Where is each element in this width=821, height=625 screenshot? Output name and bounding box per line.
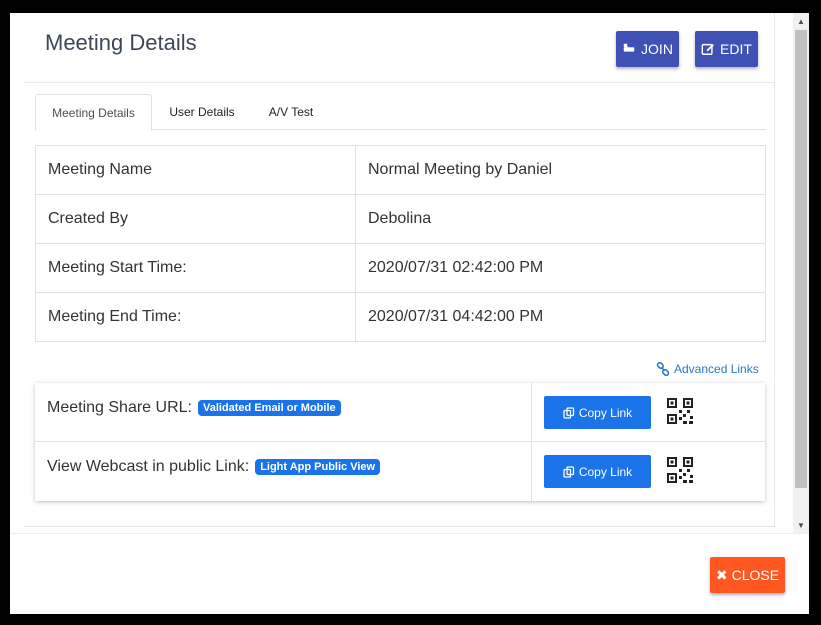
dialog-scroll-area: Meeting Details JOIN EDIT Meeting Detail… bbox=[10, 13, 809, 533]
close-icon: ✖ bbox=[715, 566, 728, 583]
share-links-panel: Meeting Share URL: Validated Email or Mo… bbox=[35, 383, 765, 501]
scroll-down-arrow-icon[interactable]: ▼ bbox=[793, 517, 809, 533]
table-row: Meeting Start Time: 2020/07/31 02:42:00 … bbox=[35, 243, 766, 293]
close-button[interactable]: ✖ CLOSE bbox=[710, 557, 785, 593]
edit-icon bbox=[701, 43, 714, 55]
footer-divider bbox=[10, 533, 809, 534]
table-row: Created By Debolina bbox=[35, 194, 766, 244]
detail-value: 2020/07/31 04:42:00 PM bbox=[355, 292, 766, 342]
copy-link-button[interactable]: Copy Link bbox=[544, 455, 651, 488]
header-divider bbox=[24, 82, 775, 83]
share-row: Meeting Share URL: Validated Email or Mo… bbox=[35, 383, 765, 442]
scroll-up-arrow-icon[interactable]: ▲ bbox=[793, 13, 809, 29]
meeting-details-dialog: Meeting Details JOIN EDIT Meeting Detail… bbox=[10, 13, 809, 614]
advanced-links-label: Advanced Links bbox=[674, 362, 759, 376]
detail-label: Created By bbox=[35, 194, 356, 244]
qr-code-icon[interactable] bbox=[666, 456, 694, 484]
copy-link-label: Copy Link bbox=[578, 464, 633, 479]
tab-user-details[interactable]: User Details bbox=[157, 94, 247, 130]
share-divider bbox=[531, 383, 532, 442]
share-badge: Light App Public View bbox=[255, 459, 381, 475]
detail-value: Debolina bbox=[355, 194, 766, 244]
detail-label: Meeting Name bbox=[35, 145, 356, 195]
tab-bar: Meeting Details User Details A/V Test bbox=[35, 94, 766, 131]
link-icon bbox=[656, 362, 670, 376]
qr-code-icon[interactable] bbox=[666, 397, 694, 425]
share-label: Meeting Share URL: Validated Email or Mo… bbox=[47, 399, 341, 417]
edit-button[interactable]: EDIT bbox=[695, 31, 758, 67]
share-label: View Webcast in public Link: Light App P… bbox=[47, 458, 381, 476]
close-label: CLOSE bbox=[731, 567, 780, 583]
meeting-details-table: Meeting Name Normal Meeting by Daniel Cr… bbox=[35, 145, 766, 342]
copy-link-button[interactable]: Copy Link bbox=[544, 396, 651, 429]
share-badge: Validated Email or Mobile bbox=[197, 400, 341, 416]
share-label-text: View Webcast in public Link: bbox=[47, 458, 250, 475]
vertical-scrollbar[interactable]: ▲ ▼ bbox=[793, 13, 809, 533]
join-label: JOIN bbox=[641, 41, 673, 57]
copy-link-label: Copy Link bbox=[578, 405, 633, 420]
detail-value: 2020/07/31 02:42:00 PM bbox=[355, 243, 766, 293]
detail-label: Meeting End Time: bbox=[35, 292, 356, 342]
table-row: Meeting Name Normal Meeting by Daniel bbox=[35, 145, 766, 195]
refresh-icon bbox=[623, 43, 635, 52]
table-row: Meeting End Time: 2020/07/31 04:42:00 PM bbox=[35, 292, 766, 342]
share-divider bbox=[531, 442, 532, 501]
detail-value: Normal Meeting by Daniel bbox=[355, 145, 766, 195]
share-label-text: Meeting Share URL: bbox=[47, 399, 192, 416]
tab-av-test[interactable]: A/V Test bbox=[257, 94, 325, 130]
join-button[interactable]: JOIN bbox=[616, 31, 679, 67]
meeting-details-card: Meeting Details JOIN EDIT Meeting Detail… bbox=[24, 13, 775, 527]
tab-meeting-details[interactable]: Meeting Details bbox=[35, 94, 152, 131]
copy-icon bbox=[563, 465, 574, 478]
advanced-links-link[interactable]: Advanced Links bbox=[656, 362, 759, 376]
copy-icon bbox=[563, 406, 574, 419]
edit-label: EDIT bbox=[720, 41, 752, 57]
share-row: View Webcast in public Link: Light App P… bbox=[35, 442, 765, 501]
detail-label: Meeting Start Time: bbox=[35, 243, 356, 293]
page-title: Meeting Details bbox=[45, 30, 197, 55]
scroll-thumb[interactable] bbox=[795, 30, 807, 488]
